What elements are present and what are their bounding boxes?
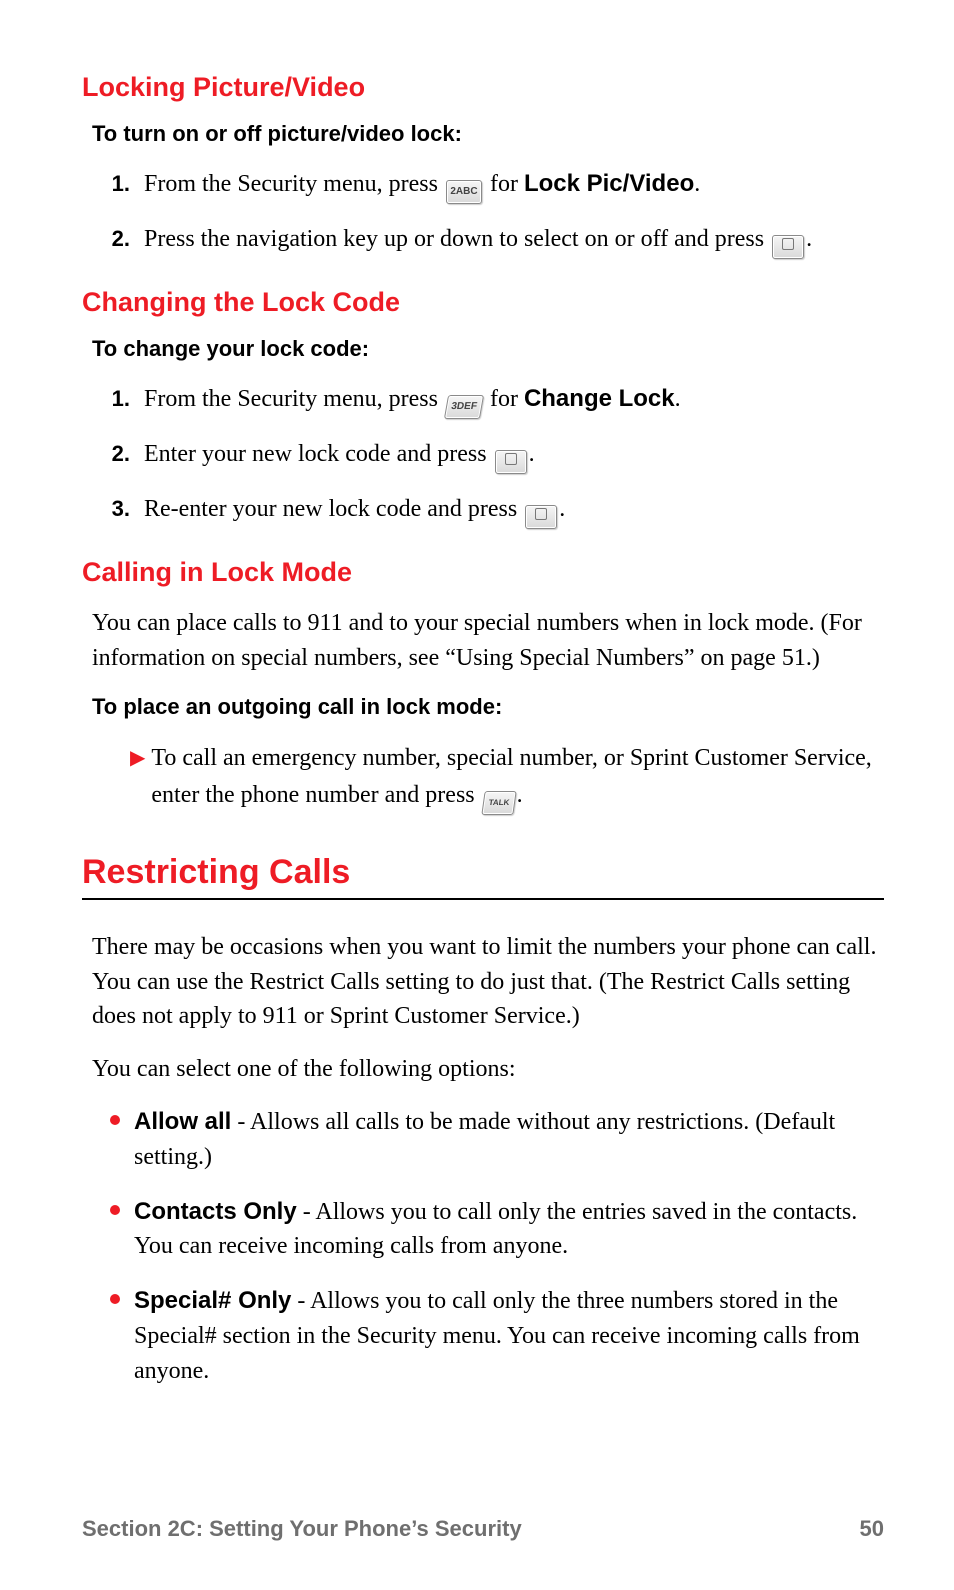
option-body: Special# Only - Allows you to call only … (134, 1284, 884, 1388)
text: . (559, 496, 565, 522)
text: . (806, 226, 812, 252)
heading-restricting-calls: Restricting Calls (82, 853, 884, 892)
text: Enter your new lock code and press (144, 441, 493, 467)
steps-change-code: 1. From the Security menu, press 3DEF fo… (82, 382, 884, 529)
key-3def-icon: 3DEF (444, 395, 484, 419)
option-label: Allow all (134, 1108, 231, 1135)
option-label: Contacts Only (134, 1198, 297, 1225)
page-footer: Section 2C: Setting Your Phone’s Securit… (82, 1516, 884, 1542)
text: From the Security menu, press (144, 386, 444, 412)
talk-key-icon: TALK (481, 791, 516, 815)
text: . (529, 441, 535, 467)
text: . (694, 171, 700, 197)
ok-key-icon (772, 235, 804, 259)
bullet-dot-icon (110, 1294, 120, 1304)
list-item: 1. From the Security menu, press 2ABC fo… (82, 167, 884, 204)
text: From the Security menu, press (144, 171, 444, 197)
arrow-bullet: ▶ To call an emergency number, special n… (130, 740, 884, 815)
bullet-dot-icon (110, 1115, 120, 1125)
text: Press the navigation key up or down to s… (144, 226, 770, 252)
list-item: Allow all - Allows all calls to be made … (82, 1105, 884, 1175)
bullet-body: To call an emergency number, special num… (151, 740, 884, 815)
major-heading-rule: Restricting Calls (82, 853, 884, 900)
list-item: Contacts Only - Allows you to call only … (82, 1195, 884, 1265)
option-label: Special# Only (134, 1287, 291, 1314)
lead-change-code: To change your lock code: (92, 336, 884, 362)
lead-place-call: To place an outgoing call in lock mode: (92, 694, 884, 720)
steps-lock-pic: 1. From the Security menu, press 2ABC fo… (82, 167, 884, 259)
step-number: 3. (82, 492, 130, 525)
step-number: 2. (82, 222, 130, 255)
step-body: From the Security menu, press 3DEF for C… (144, 382, 884, 419)
ok-key-icon (495, 450, 527, 474)
para-restrict-1: There may be occasions when you want to … (92, 930, 884, 1034)
option-text: - Allows all calls to be made without an… (134, 1109, 835, 1170)
heading-calling-lock-mode: Calling in Lock Mode (82, 557, 884, 588)
text: . (675, 386, 681, 412)
heading-locking-picture-video: Locking Picture/Video (82, 72, 884, 103)
text: for (484, 171, 524, 197)
text: for (484, 386, 524, 412)
key-2abc-icon: 2ABC (446, 180, 482, 204)
list-item: 3. Re-enter your new lock code and press… (82, 492, 884, 529)
step-number: 1. (82, 382, 130, 415)
bullet-dot-icon (110, 1205, 120, 1215)
manual-page: Locking Picture/Video To turn on or off … (0, 0, 954, 1389)
bold-term: Lock Pic/Video (524, 170, 694, 197)
list-item: 1. From the Security menu, press 3DEF fo… (82, 382, 884, 419)
lead-lock-pic: To turn on or off picture/video lock: (92, 121, 884, 147)
list-item: Special# Only - Allows you to call only … (82, 1284, 884, 1388)
option-body: Allow all - Allows all calls to be made … (134, 1105, 884, 1175)
step-number: 1. (82, 167, 130, 200)
arrow-icon: ▶ (130, 740, 145, 774)
text: . (517, 782, 523, 808)
bold-term: Change Lock (524, 385, 675, 412)
step-body: Re-enter your new lock code and press . (144, 492, 884, 529)
heading-changing-lock-code: Changing the Lock Code (82, 287, 884, 318)
para-restrict-2: You can select one of the following opti… (92, 1052, 884, 1087)
para-call-lock: You can place calls to 911 and to your s… (92, 606, 884, 676)
step-number: 2. (82, 437, 130, 470)
step-body: Enter your new lock code and press . (144, 437, 884, 474)
step-body: From the Security menu, press 2ABC for L… (144, 167, 884, 204)
ok-key-icon (525, 505, 557, 529)
footer-section-label: Section 2C: Setting Your Phone’s Securit… (82, 1516, 522, 1542)
step-body: Press the navigation key up or down to s… (144, 222, 884, 259)
list-item: 2. Press the navigation key up or down t… (82, 222, 884, 259)
footer-page-number: 50 (860, 1516, 884, 1542)
option-body: Contacts Only - Allows you to call only … (134, 1195, 884, 1265)
options-list: Allow all - Allows all calls to be made … (82, 1105, 884, 1389)
list-item: 2. Enter your new lock code and press . (82, 437, 884, 474)
text: Re-enter your new lock code and press (144, 496, 523, 522)
